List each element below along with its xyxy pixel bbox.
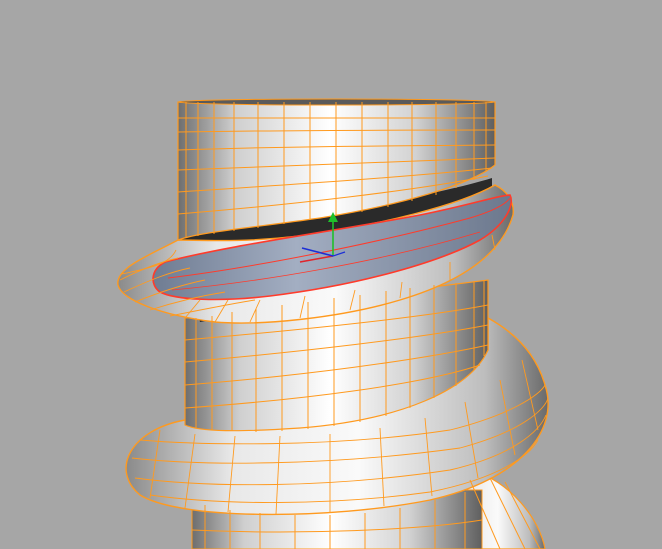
viewport-canvas[interactable] [0, 0, 662, 549]
3d-viewport[interactable] [0, 0, 662, 549]
